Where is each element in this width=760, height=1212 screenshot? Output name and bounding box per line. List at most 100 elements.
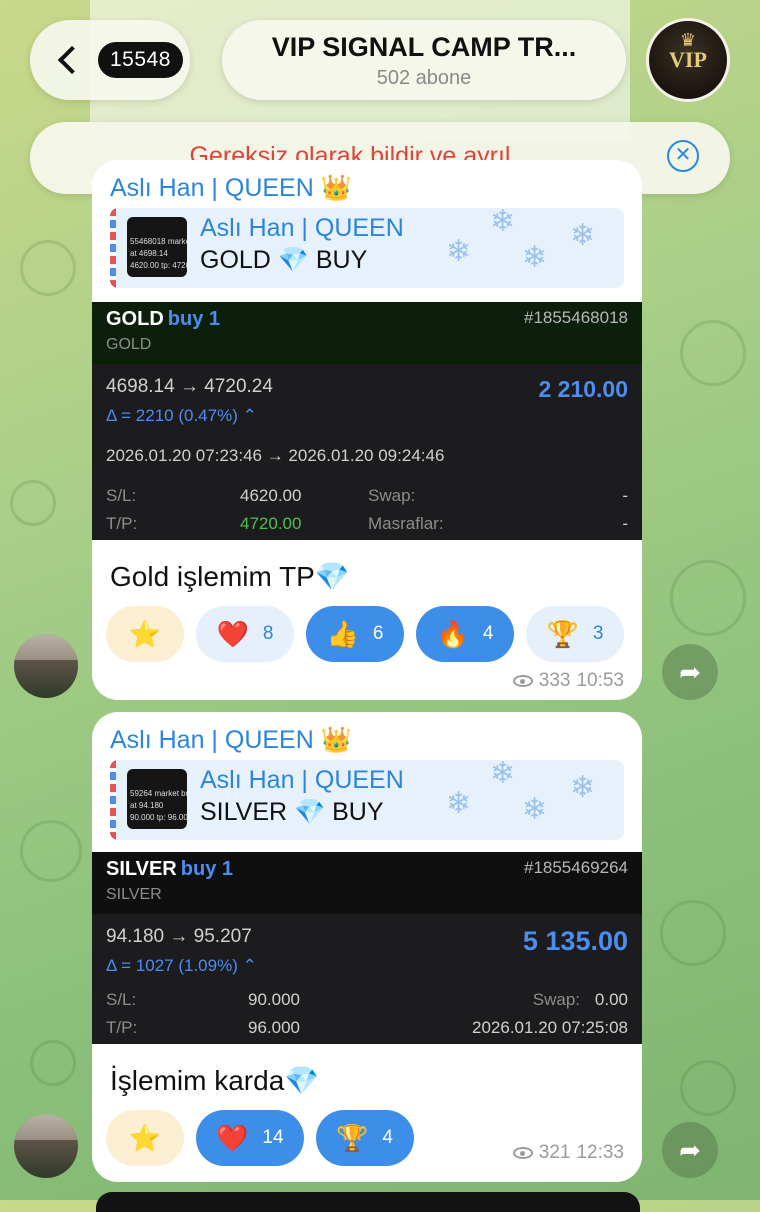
profit-value: 2 210.00 bbox=[538, 376, 628, 402]
reaction-count: 6 bbox=[372, 623, 384, 644]
thumbnail-text: 55468018 market buy bbox=[130, 237, 187, 246]
message-author[interactable]: Aslı Han | QUEEN 👑 bbox=[110, 174, 352, 203]
reaction-trophy[interactable]: 🏆 3 bbox=[526, 606, 624, 662]
symbol-subtitle: SILVER bbox=[106, 886, 162, 903]
reply-text: GOLD 💎 BUY bbox=[200, 246, 368, 274]
thumbnail-text: 4620.00 tp: 4720 bbox=[130, 261, 187, 270]
channel-avatar[interactable]: ♛ VIP bbox=[646, 18, 730, 102]
message-bubble[interactable]: Aslı Han | QUEEN 👑 55468018 market buy a… bbox=[92, 160, 642, 700]
reaction-count: 3 bbox=[592, 623, 604, 644]
reaction-star[interactable]: ⭐ bbox=[106, 1110, 184, 1166]
message-text: İşlemim karda💎 bbox=[110, 1065, 320, 1096]
snowflake-icon: ❄ bbox=[490, 760, 516, 790]
tp-label: T/P: bbox=[106, 514, 138, 533]
message-text: Gold işlemim TP💎 bbox=[110, 561, 350, 592]
tp-value: 4720.00 bbox=[240, 514, 302, 533]
message-bubble[interactable]: Aslı Han | QUEEN 👑 59264 market buy at 9… bbox=[92, 712, 642, 1182]
reactions-bar: ⭐ ❤️ 8 👍 6 🔥 4 🏆 3 bbox=[106, 606, 624, 662]
reaction-count: 4 bbox=[482, 623, 494, 644]
snowflake-icon: ❄ bbox=[522, 241, 548, 274]
star-icon: ⭐ bbox=[128, 1122, 162, 1153]
view-count: 321 bbox=[538, 1142, 571, 1163]
reaction-fire[interactable]: 🔥 4 bbox=[416, 606, 514, 662]
ticket-number: #1855469264 bbox=[523, 858, 628, 877]
symbol-subtitle: GOLD bbox=[106, 336, 152, 353]
thumbnail-text: 59264 market buy bbox=[130, 789, 187, 798]
trophy-icon: 🏆 bbox=[336, 1122, 369, 1153]
message-time: 10:53 bbox=[576, 670, 624, 691]
trade-symbol: SILVER buy 1 bbox=[106, 858, 233, 881]
reply-author: Aslı Han | QUEEN bbox=[200, 214, 404, 242]
message-time: 12:33 bbox=[576, 1142, 624, 1163]
trade-screenshot[interactable]: SILVER buy 1 SILVER #1855469264 94.180 → … bbox=[92, 852, 642, 1044]
message-meta: 333 10:53 bbox=[512, 670, 624, 692]
tp-label: T/P: bbox=[106, 1018, 138, 1037]
delta-value: Δ = 1027 (1.09%) ⌃ bbox=[106, 956, 257, 975]
sl-label: S/L: bbox=[106, 486, 137, 505]
reply-text: SILVER 💎 BUY bbox=[200, 798, 384, 826]
subscriber-count: 502 abone bbox=[376, 67, 472, 89]
reaction-heart[interactable]: ❤️ 14 bbox=[196, 1110, 304, 1166]
reaction-count: 14 bbox=[262, 1127, 284, 1148]
reply-thumbnail: 55468018 market buy at 4698.14 4620.00 t… bbox=[127, 217, 187, 277]
ticket-number: #1855468018 bbox=[523, 308, 628, 327]
reply-preview[interactable]: 59264 market buy at 94.180 90.000 tp: 96… bbox=[110, 760, 624, 840]
sender-avatar[interactable] bbox=[14, 634, 78, 698]
message-meta: 321 12:33 bbox=[512, 1142, 624, 1164]
swap-label: Swap: bbox=[368, 486, 416, 505]
share-icon[interactable]: ➦ bbox=[662, 1122, 718, 1178]
reaction-trophy[interactable]: 🏆 4 bbox=[315, 1110, 414, 1166]
share-icon[interactable]: ➦ bbox=[662, 644, 718, 700]
sender-avatar[interactable] bbox=[14, 1114, 78, 1178]
fire-icon: 🔥 bbox=[436, 618, 469, 649]
reaction-heart[interactable]: ❤️ 8 bbox=[196, 606, 294, 662]
thumbs-up-icon: 👍 bbox=[326, 618, 359, 649]
thumbnail-text: at 94.180 bbox=[130, 801, 164, 810]
sl-value: 4620.00 bbox=[240, 486, 302, 505]
trade-symbol: GOLD buy 1 bbox=[106, 308, 220, 331]
heart-icon: ❤️ bbox=[216, 1122, 249, 1153]
trade-header: SILVER buy 1 SILVER #1855469264 bbox=[92, 852, 642, 914]
thumbnail-text: at 4698.14 bbox=[130, 249, 168, 258]
avatar-logo-text: VIP bbox=[669, 47, 707, 72]
close-icon[interactable]: ✕ bbox=[667, 140, 699, 172]
reactions-bar: ⭐ ❤️ 14 🏆 4 bbox=[106, 1110, 414, 1166]
trade-kind: buy 1 bbox=[180, 858, 234, 880]
message-author[interactable]: Aslı Han | QUEEN 👑 bbox=[110, 726, 352, 755]
reply-author: Aslı Han | QUEEN bbox=[200, 766, 404, 794]
snowflake-icon: ❄ bbox=[570, 219, 596, 252]
trophy-icon: 🏆 bbox=[546, 618, 579, 649]
back-button[interactable]: 15548 bbox=[30, 20, 190, 100]
snowflake-icon: ❄ bbox=[570, 771, 596, 804]
reply-thumbnail: 59264 market buy at 94.180 90.000 tp: 96… bbox=[127, 769, 187, 829]
chevron-left-icon bbox=[57, 45, 87, 75]
tp-value: 96.000 bbox=[248, 1018, 300, 1037]
reaction-star[interactable]: ⭐ bbox=[106, 606, 184, 662]
reaction-thumbs-up[interactable]: 👍 6 bbox=[306, 606, 404, 662]
eye-icon bbox=[512, 675, 533, 687]
star-icon: ⭐ bbox=[128, 618, 162, 649]
trade-header: GOLD buy 1 GOLD #1855468018 bbox=[92, 302, 642, 364]
snowflake-icon: ❄ bbox=[446, 787, 472, 820]
symbol-name: GOLD bbox=[106, 308, 164, 330]
swap-value: - bbox=[622, 486, 628, 505]
trade-screenshot[interactable]: GOLD buy 1 GOLD #1855468018 4698.14 → 472… bbox=[92, 302, 642, 540]
snowflake-icon: ❄ bbox=[490, 208, 516, 238]
delta-value: Δ = 2210 (0.47%) ⌃ bbox=[106, 406, 257, 425]
swap-value: 0.00 bbox=[594, 990, 628, 1009]
price-range: 4698.14 → 4720.24 bbox=[106, 376, 273, 397]
trade-kind: buy 1 bbox=[167, 308, 221, 330]
channel-header[interactable]: VIP SIGNAL CAMP TR... 502 abone bbox=[222, 20, 626, 100]
reaction-count: 4 bbox=[382, 1127, 393, 1148]
next-message-fragment bbox=[96, 1192, 640, 1212]
eye-icon bbox=[512, 1147, 533, 1159]
snowflake-icon: ❄ bbox=[522, 793, 548, 826]
channel-title: VIP SIGNAL CAMP TR... bbox=[271, 32, 577, 62]
heart-icon: ❤️ bbox=[216, 618, 249, 649]
snowflake-icon: ❄ bbox=[446, 235, 472, 268]
reply-preview[interactable]: 55468018 market buy at 4698.14 4620.00 t… bbox=[110, 208, 624, 288]
unread-count-badge: 15548 bbox=[98, 42, 183, 78]
view-count: 333 bbox=[538, 670, 571, 691]
sl-value: 90.000 bbox=[248, 990, 300, 1009]
fees-value: - bbox=[622, 514, 628, 533]
